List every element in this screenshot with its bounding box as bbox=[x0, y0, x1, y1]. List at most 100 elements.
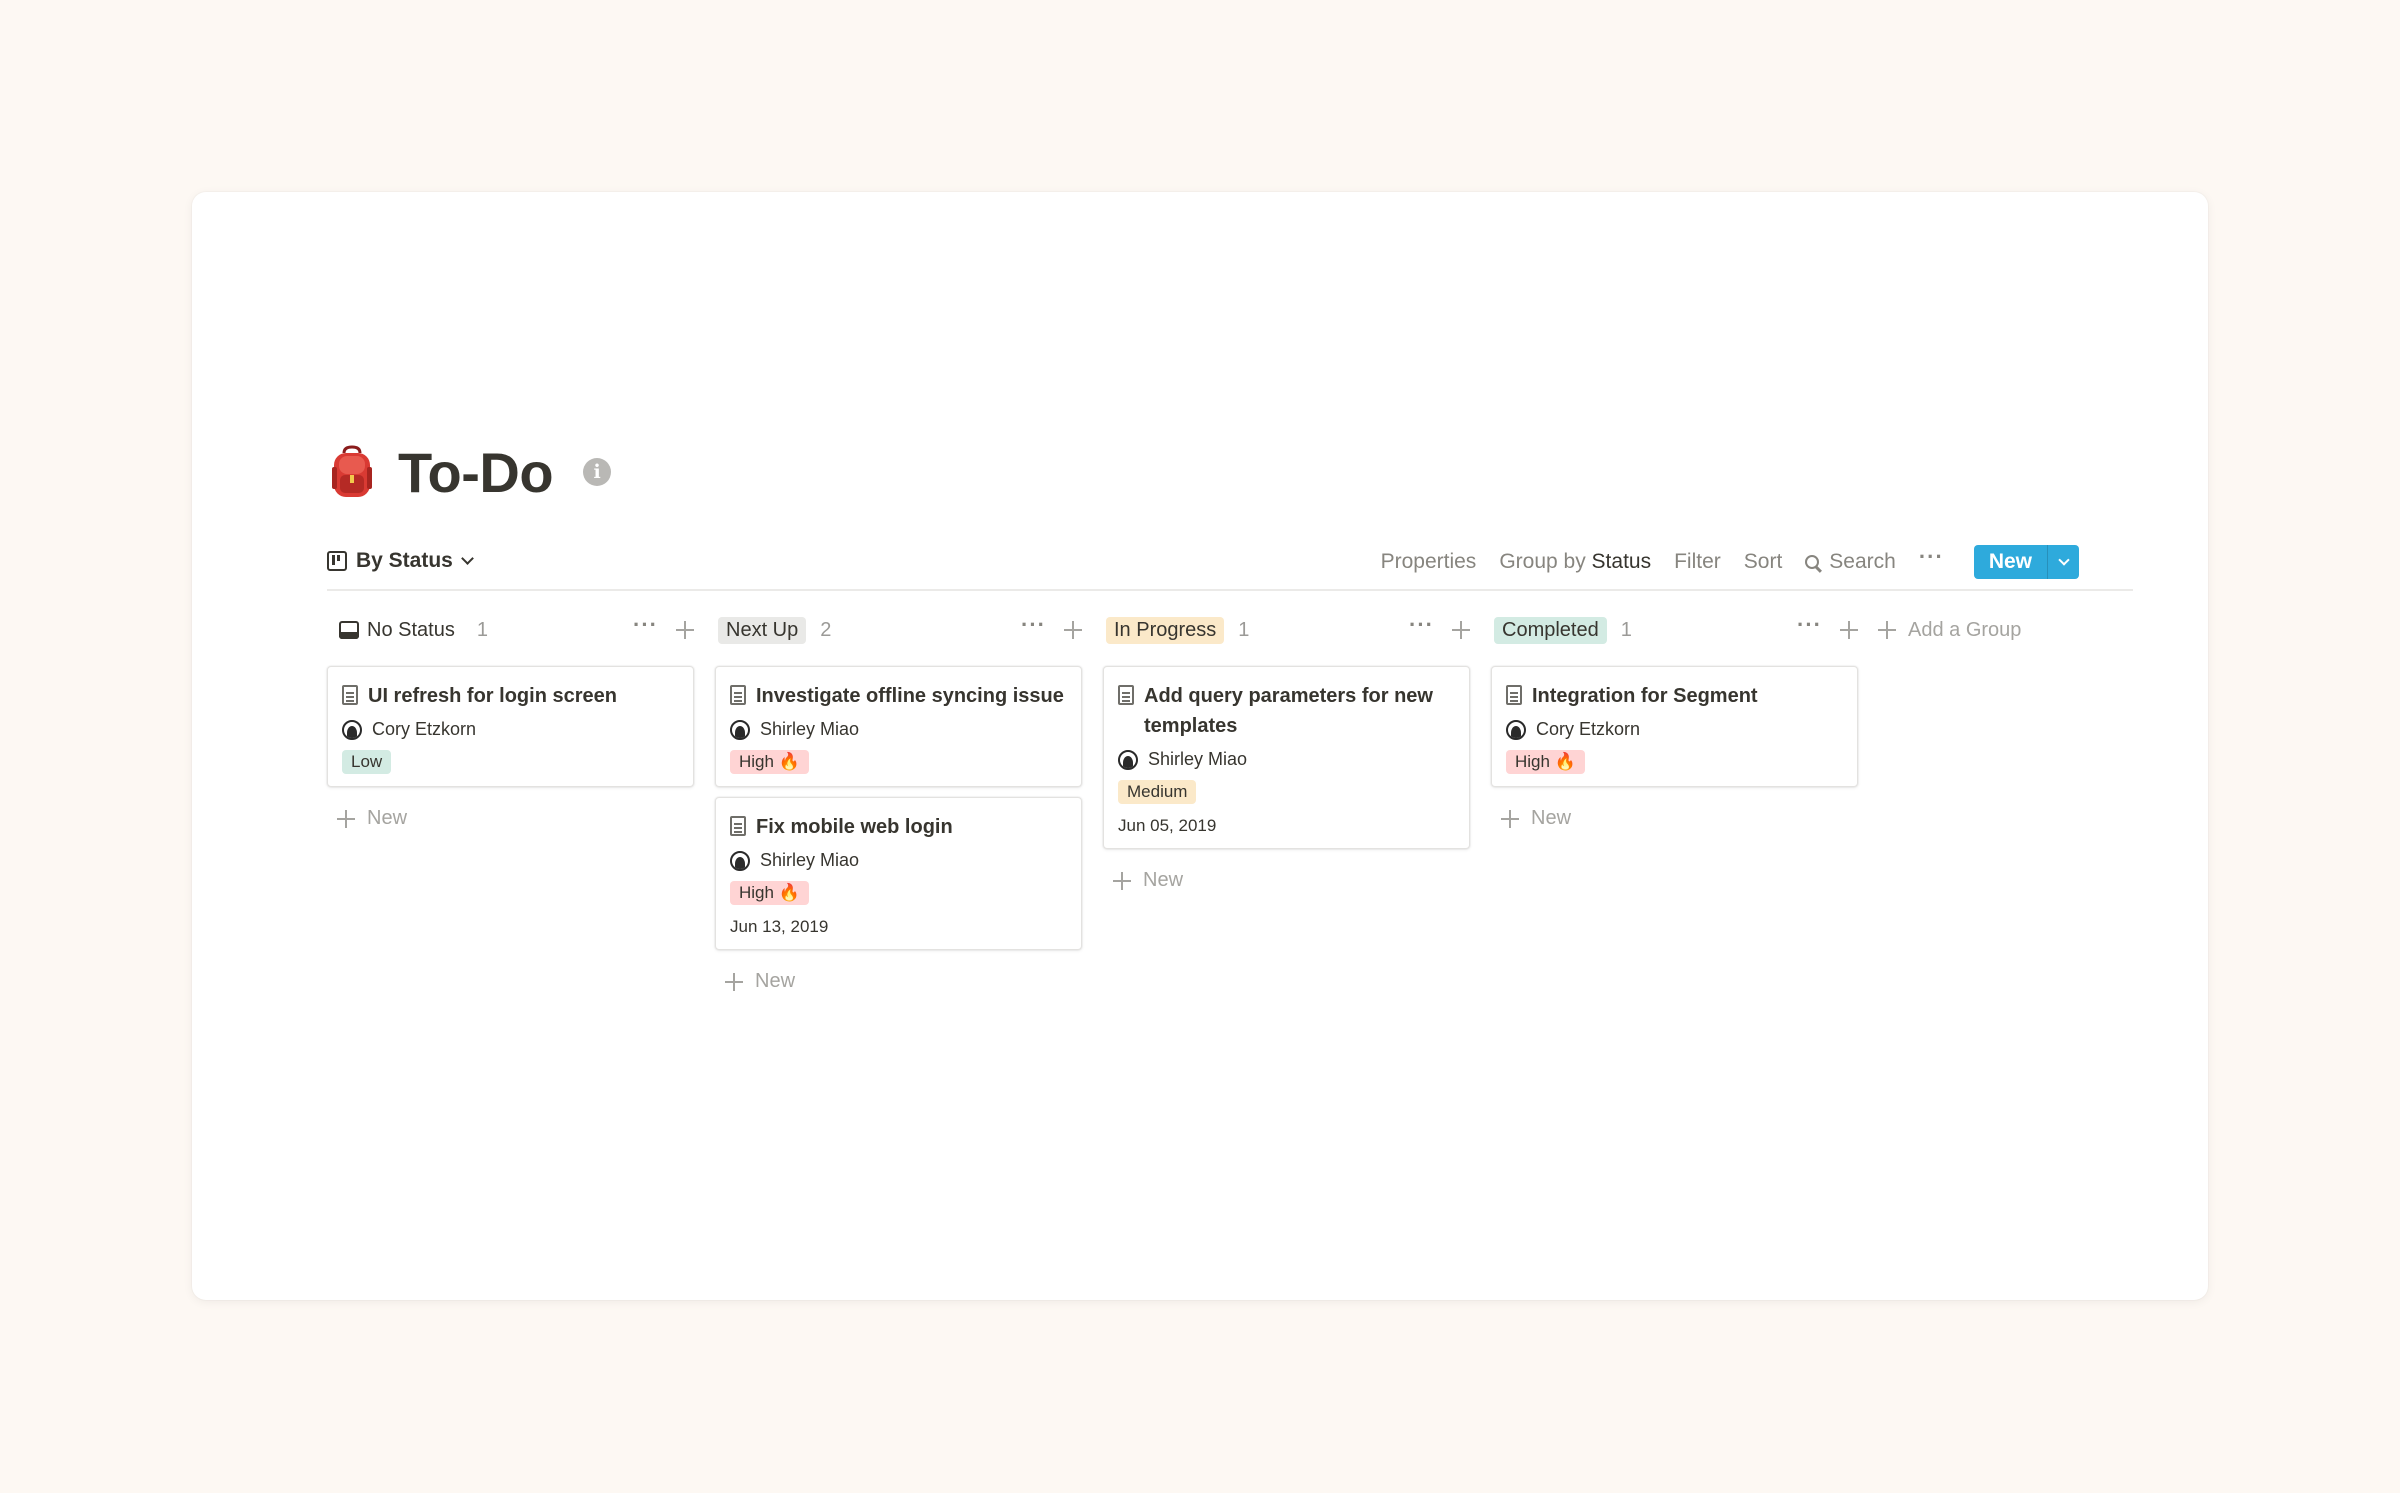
more-options-icon[interactable]: ··· bbox=[1919, 546, 1944, 568]
add-card-label: New bbox=[1143, 869, 1184, 891]
group-by-button[interactable]: Group by Status bbox=[1499, 550, 1651, 574]
plus-icon bbox=[337, 809, 355, 828]
sort-button[interactable]: Sort bbox=[1744, 550, 1783, 574]
search-button[interactable]: Search bbox=[1805, 550, 1896, 574]
add-card-button[interactable]: New bbox=[1113, 869, 1470, 892]
new-button-group: New bbox=[1973, 545, 2079, 579]
column-title[interactable]: Completed bbox=[1494, 616, 1607, 644]
card-title: Fix mobile web login bbox=[756, 816, 953, 838]
column-title[interactable]: Next Up bbox=[718, 616, 807, 644]
column-actions: ··· bbox=[633, 613, 694, 647]
properties-button[interactable]: Properties bbox=[1381, 550, 1477, 574]
add-card-button[interactable]: New bbox=[1501, 807, 1858, 830]
priority-badge: High 🔥 bbox=[730, 750, 809, 774]
assignee-name: Shirley Miao bbox=[760, 719, 860, 739]
plus-icon[interactable] bbox=[1064, 621, 1082, 639]
column-actions: ··· bbox=[1797, 613, 1858, 647]
plus-icon[interactable] bbox=[1840, 621, 1858, 639]
more-icon[interactable]: ··· bbox=[633, 614, 658, 636]
assignee-name: Cory Etzkorn bbox=[372, 719, 477, 739]
avatar bbox=[1506, 719, 1526, 740]
plus-icon bbox=[1113, 871, 1131, 890]
plus-icon[interactable] bbox=[1452, 621, 1470, 639]
card-title: UI refresh for login screen bbox=[368, 685, 617, 707]
add-group-button[interactable]: Add a Group bbox=[1878, 613, 2021, 647]
info-icon[interactable]: i bbox=[583, 458, 612, 486]
assignee-name: Shirley Miao bbox=[1148, 749, 1248, 769]
page-icon bbox=[1118, 685, 1134, 705]
column-title[interactable]: No Status bbox=[367, 617, 463, 644]
avatar bbox=[730, 719, 750, 740]
assignee-name: Cory Etzkorn bbox=[1536, 719, 1641, 739]
group-by-value: Status bbox=[1591, 550, 1652, 573]
new-button[interactable]: New bbox=[1973, 545, 2047, 579]
card-title: Integration for Segment bbox=[1532, 685, 1758, 707]
board-card[interactable]: Add query parameters for new templates S… bbox=[1103, 666, 1470, 849]
column-actions: ··· bbox=[1021, 613, 1082, 647]
column-count: 1 bbox=[476, 618, 488, 641]
board-card[interactable]: Fix mobile web login Shirley Miao High 🔥… bbox=[715, 797, 1082, 950]
view-selector[interactable]: By Status bbox=[327, 549, 474, 573]
search-icon bbox=[1805, 555, 1820, 569]
board-card[interactable]: UI refresh for login screen Cory Etzkorn… bbox=[327, 666, 694, 787]
search-label: Search bbox=[1829, 550, 1896, 573]
priority-badge: High 🔥 bbox=[730, 881, 809, 905]
inbox-icon bbox=[339, 621, 359, 639]
column-count: 2 bbox=[820, 618, 832, 641]
board-card[interactable]: Integration for Segment Cory Etzkorn Hig… bbox=[1491, 666, 1858, 787]
plus-icon[interactable] bbox=[676, 621, 694, 639]
more-icon[interactable]: ··· bbox=[1021, 614, 1046, 636]
add-card-label: New bbox=[367, 807, 408, 829]
toolbar-actions: Properties Group by Status Filter Sort S… bbox=[1381, 545, 2079, 579]
board-view-icon bbox=[327, 551, 347, 571]
page-icon bbox=[1506, 685, 1522, 705]
more-icon[interactable]: ··· bbox=[1797, 614, 1822, 636]
add-card-label: New bbox=[1531, 807, 1572, 829]
backpack-icon[interactable] bbox=[330, 445, 374, 499]
add-card-button[interactable]: New bbox=[337, 807, 694, 830]
column-header: Next Up 2 ··· bbox=[715, 613, 1082, 647]
avatar bbox=[730, 850, 750, 871]
column-header: Completed 1 ··· bbox=[1491, 613, 1858, 647]
database-toolbar: By Status Properties Group by Status Fil… bbox=[327, 545, 2133, 591]
card-title: Add query parameters for new templates bbox=[1144, 685, 1433, 737]
plus-icon bbox=[1878, 621, 1896, 639]
board-card[interactable]: Investigate offline syncing issue Shirle… bbox=[715, 666, 1082, 787]
column-title[interactable]: In Progress bbox=[1106, 616, 1225, 644]
view-label: By Status bbox=[356, 549, 453, 572]
avatar bbox=[342, 719, 362, 740]
avatar bbox=[1118, 749, 1138, 770]
filter-button[interactable]: Filter bbox=[1674, 550, 1721, 574]
page-icon bbox=[730, 685, 746, 705]
add-card-label: New bbox=[755, 970, 796, 992]
page-icon bbox=[730, 816, 746, 836]
column-actions: ··· bbox=[1409, 613, 1470, 647]
board: No Status 1 ··· UI refresh for login scr… bbox=[327, 613, 2133, 1033]
new-dropdown-button[interactable] bbox=[2047, 545, 2079, 579]
board-column-no-status: No Status 1 ··· UI refresh for login scr… bbox=[327, 613, 694, 830]
column-count: 1 bbox=[1620, 618, 1632, 641]
priority-badge: High 🔥 bbox=[1506, 750, 1585, 774]
assignee-name: Shirley Miao bbox=[760, 850, 860, 870]
card-title: Investigate offline syncing issue bbox=[756, 685, 1064, 707]
page-content: To-Do i By Status Properties Group by St… bbox=[327, 437, 2133, 1033]
due-date: Jun 13, 2019 bbox=[730, 917, 829, 936]
add-card-button[interactable]: New bbox=[725, 970, 1082, 993]
app-window: To-Do i By Status Properties Group by St… bbox=[192, 192, 2208, 1300]
plus-icon bbox=[1501, 809, 1519, 828]
priority-badge: Medium bbox=[1118, 780, 1197, 804]
title-row: To-Do i bbox=[327, 437, 2133, 507]
due-date: Jun 05, 2019 bbox=[1118, 816, 1217, 835]
priority-badge: Low bbox=[342, 750, 392, 774]
board-column-next-up: Next Up 2 ··· Investigate offline syncin… bbox=[715, 613, 1082, 993]
group-by-prefix: Group by bbox=[1499, 550, 1586, 573]
chevron-down-icon bbox=[2057, 553, 2070, 566]
chevron-down-icon bbox=[460, 551, 474, 565]
board-column-completed: Completed 1 ··· Integration for Segment … bbox=[1491, 613, 1858, 830]
page-icon bbox=[342, 685, 358, 705]
column-count: 1 bbox=[1238, 618, 1250, 641]
page-title[interactable]: To-Do bbox=[398, 440, 554, 505]
board-column-in-progress: In Progress 1 ··· Add query parameters f… bbox=[1103, 613, 1470, 892]
more-icon[interactable]: ··· bbox=[1409, 614, 1434, 636]
plus-icon bbox=[725, 972, 743, 991]
